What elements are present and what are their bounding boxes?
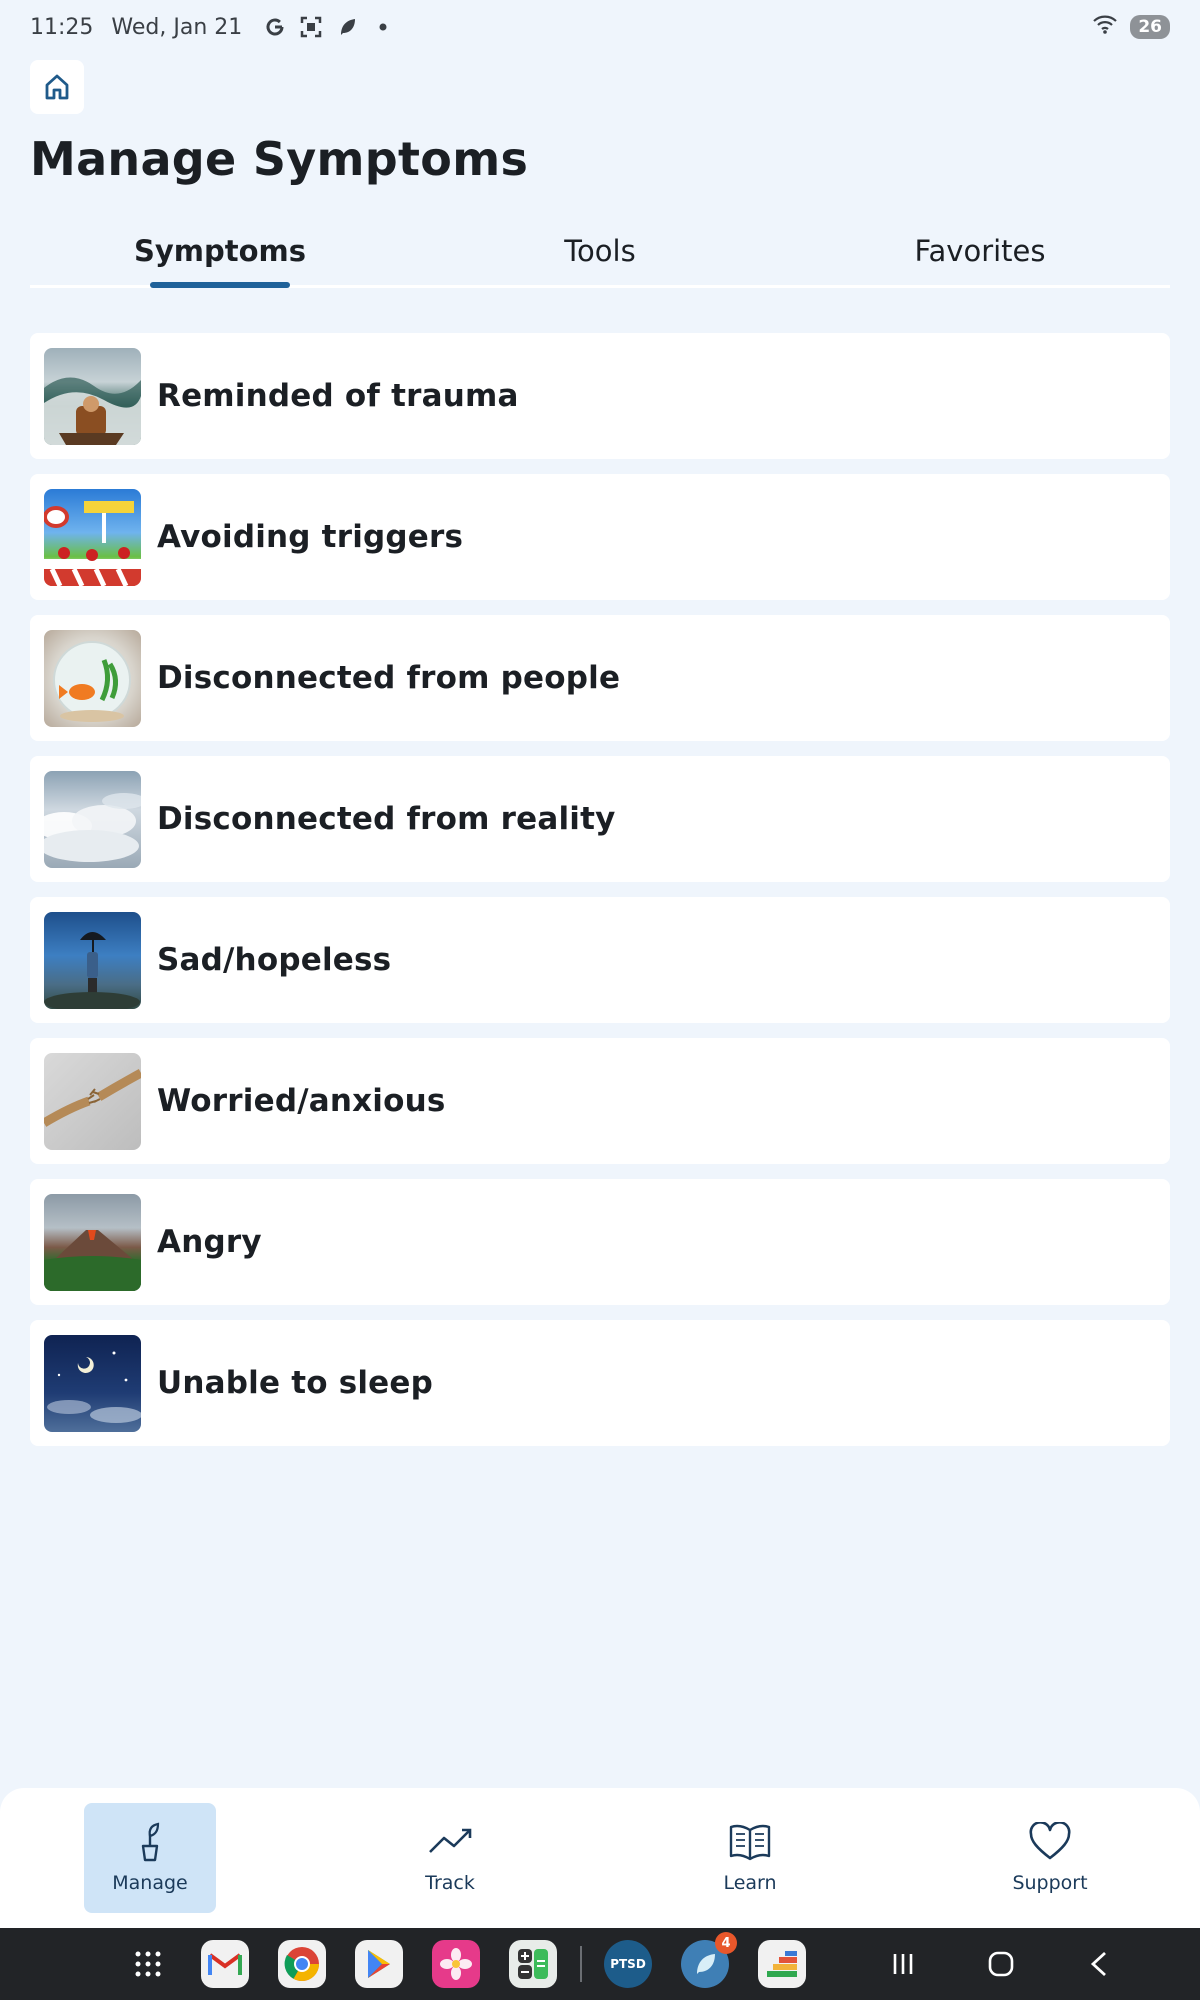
screenshot-icon: [298, 14, 324, 40]
nav-track-highlight: Track: [384, 1803, 516, 1913]
symptom-item-sad-hopeless[interactable]: Sad/hopeless: [30, 897, 1170, 1023]
tab-symptoms[interactable]: Symptoms: [30, 220, 410, 285]
symptom-label: Reminded of trauma: [157, 378, 519, 414]
notification-badge: 4: [715, 1932, 737, 1954]
play-store-icon[interactable]: [355, 1940, 403, 1988]
taskbar-divider: [580, 1946, 582, 1982]
bottom-navigation: Manage Track Learn Support: [0, 1788, 1200, 1928]
goldfish-bowl-image: [44, 629, 141, 727]
person-umbrella-image: [44, 911, 141, 1009]
tab-tools[interactable]: Tools: [410, 220, 790, 285]
nav-learn[interactable]: Learn: [600, 1788, 900, 1928]
tab-favorites[interactable]: Favorites: [790, 220, 1170, 285]
symptom-label: Angry: [157, 1224, 262, 1260]
clouds-image: [44, 770, 141, 868]
nav-support[interactable]: Support: [900, 1788, 1200, 1928]
status-bar: 11:25 Wed, Jan 21 26: [0, 0, 1200, 54]
home-icon: [45, 74, 69, 100]
symptom-label: Disconnected from people: [157, 660, 621, 696]
ptsd-coach-label: PTSD: [610, 1957, 646, 1971]
nav-manage-highlight: Manage: [84, 1803, 216, 1913]
symptom-item-reminded-of-trauma[interactable]: Reminded of trauma: [30, 333, 1170, 459]
symptom-label: Avoiding triggers: [157, 519, 464, 555]
calculator-icon[interactable]: [509, 1940, 557, 1988]
tab-label: Favorites: [914, 234, 1046, 268]
symptom-list: Reminded of trauma Avoiding triggers Dis…: [30, 333, 1170, 1461]
tab-label: Symptoms: [133, 234, 307, 268]
battery-icon: 26: [1130, 15, 1170, 39]
app-drawer-icon[interactable]: [124, 1940, 172, 1988]
symptom-label: Disconnected from reality: [157, 801, 616, 837]
back-button[interactable]: [1069, 1940, 1129, 1988]
nav-learn-highlight: Learn: [684, 1803, 816, 1913]
home-button[interactable]: [30, 60, 84, 114]
gmail-icon[interactable]: [201, 1940, 249, 1988]
nav-manage[interactable]: Manage: [0, 1788, 300, 1928]
tab-label: Tools: [564, 234, 636, 268]
recents-button[interactable]: [873, 1940, 933, 1988]
symptom-item-unable-to-sleep[interactable]: Unable to sleep: [30, 1320, 1170, 1446]
page-title: Manage Symptoms: [30, 132, 529, 186]
nav-label: Track: [425, 1872, 475, 1894]
google-icon: [262, 14, 288, 40]
android-taskbar: PTSD 4: [0, 1928, 1200, 2000]
symptom-item-worried-anxious[interactable]: Worried/anxious: [30, 1038, 1170, 1164]
fraying-rope-image: [44, 1052, 141, 1150]
gallery-icon[interactable]: [432, 1940, 480, 1988]
ocean-wave-boat-image: [44, 347, 141, 445]
symptom-label: Unable to sleep: [157, 1365, 434, 1401]
heart-icon: [1029, 1822, 1071, 1860]
symptom-label: Worried/anxious: [157, 1083, 446, 1119]
wifi-icon: [1092, 13, 1118, 41]
symptom-item-disconnected-from-people[interactable]: Disconnected from people: [30, 615, 1170, 741]
trend-line-icon: [429, 1828, 472, 1853]
leaf-app-icon[interactable]: 4: [681, 1932, 737, 1988]
nav-support-highlight: Support: [984, 1803, 1116, 1913]
stairs-app-icon[interactable]: [758, 1940, 806, 1988]
volcano-image: [44, 1193, 141, 1291]
night-sky-moon-image: [44, 1334, 141, 1432]
nav-label: Support: [1012, 1872, 1088, 1894]
home-nav-button[interactable]: [971, 1940, 1031, 1988]
symptom-label: Sad/hopeless: [157, 942, 392, 978]
status-time: 11:25: [30, 14, 94, 40]
dot-icon: [370, 14, 396, 40]
leaf-icon: [334, 14, 360, 40]
chrome-icon[interactable]: [278, 1940, 326, 1988]
symptom-item-avoiding-triggers[interactable]: Avoiding triggers: [30, 474, 1170, 600]
book-icon: [729, 1824, 771, 1861]
symptom-item-disconnected-from-reality[interactable]: Disconnected from reality: [30, 756, 1170, 882]
nav-label: Manage: [112, 1872, 188, 1894]
status-date: Wed, Jan 21: [111, 14, 243, 40]
nav-label: Learn: [723, 1872, 777, 1894]
symptom-item-angry[interactable]: Angry: [30, 1179, 1170, 1305]
road-barrier-sign-image: [44, 488, 141, 586]
ptsd-coach-icon[interactable]: PTSD: [604, 1940, 652, 1988]
tab-bar: Symptoms Tools Favorites: [30, 220, 1170, 288]
plant-icon: [141, 1822, 160, 1862]
nav-track[interactable]: Track: [300, 1788, 600, 1928]
